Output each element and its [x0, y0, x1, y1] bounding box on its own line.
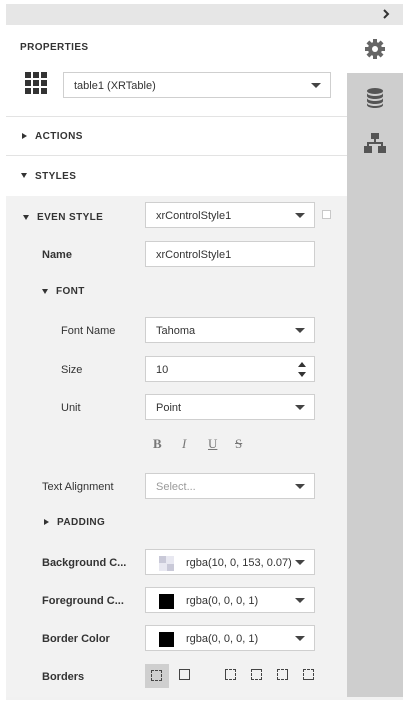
foreground-color-label: Foreground C...: [42, 595, 124, 607]
background-color-value: rgba(10, 0, 153, 0.07): [186, 557, 292, 569]
border-none-icon: [151, 670, 162, 681]
foreground-color-picker[interactable]: rgba(0, 0, 0, 1): [145, 587, 315, 613]
font-label: FONT: [56, 286, 85, 297]
color-swatch: [159, 556, 174, 571]
border-color-picker[interactable]: rgba(0, 0, 0, 1): [145, 625, 315, 651]
size-value: 10: [156, 364, 169, 376]
background-color-label: Background C...: [42, 557, 127, 569]
control-selector-value: table1 (XRTable): [74, 80, 156, 92]
font-group[interactable]: FONT: [40, 284, 120, 300]
section-actions[interactable]: ACTIONS: [6, 117, 347, 155]
even-style-checkbox[interactable]: [322, 210, 331, 219]
italic-button[interactable]: I: [182, 436, 186, 452]
collapse-icon: [23, 215, 29, 220]
tab-strip: [347, 25, 403, 697]
border-color-value: rgba(0, 0, 0, 1): [186, 633, 259, 645]
strikeout-button[interactable]: S: [235, 436, 242, 452]
underline-button[interactable]: U: [208, 436, 217, 452]
control-selector[interactable]: table1 (XRTable): [63, 72, 331, 98]
background-color-picker[interactable]: rgba(10, 0, 153, 0.07): [145, 549, 315, 575]
border-right-button[interactable]: [274, 666, 294, 686]
border-left-icon: [225, 669, 236, 680]
border-all-icon: [179, 669, 190, 680]
chevron-down-icon: [295, 328, 305, 333]
collapse-icon: [21, 173, 27, 178]
even-style-group[interactable]: EVEN STYLE: [20, 210, 130, 226]
padding-group[interactable]: PADDING: [42, 515, 132, 531]
unit-dropdown[interactable]: Point: [145, 394, 315, 420]
expand-icon: [22, 133, 27, 139]
chevron-down-icon: [295, 636, 305, 641]
hierarchy-icon: [362, 130, 388, 156]
border-all-button[interactable]: [176, 666, 196, 686]
border-top-icon: [251, 669, 262, 680]
database-icon: [362, 85, 388, 111]
properties-panel-frame: PROPERTIES table1 (XRTable) ACTIONS STYL…: [6, 4, 403, 700]
styles-section-body: [6, 196, 347, 697]
tab-report-explorer[interactable]: [347, 130, 403, 160]
size-label: Size: [61, 364, 83, 376]
increment-icon[interactable]: [298, 362, 306, 367]
chevron-down-icon: [295, 560, 305, 565]
collapse-icon: [42, 289, 48, 294]
border-top-button[interactable]: [248, 666, 268, 686]
section-styles-label: STYLES: [35, 171, 77, 182]
text-alignment-placeholder: Select...: [156, 481, 196, 493]
foreground-color-value: rgba(0, 0, 0, 1): [186, 595, 259, 607]
section-actions-label: ACTIONS: [35, 131, 83, 142]
padding-label: PADDING: [57, 517, 106, 528]
panel-top-bar: [6, 4, 403, 25]
tab-properties[interactable]: [347, 25, 403, 73]
border-bottom-icon: [303, 669, 314, 680]
color-swatch: [159, 594, 174, 609]
name-input-value: xrControlStyle1: [156, 249, 232, 261]
even-style-dropdown[interactable]: xrControlStyle1: [145, 202, 315, 228]
expand-icon: [44, 519, 49, 525]
bold-button[interactable]: B: [153, 436, 162, 452]
properties-content: PROPERTIES table1 (XRTable) ACTIONS STYL…: [6, 25, 347, 697]
gear-icon: [362, 36, 388, 62]
font-name-value: Tahoma: [156, 325, 196, 337]
text-alignment-label: Text Alignment: [42, 481, 114, 493]
chevron-down-icon: [295, 405, 305, 410]
page-title: PROPERTIES: [20, 42, 89, 53]
border-color-label: Border Color: [42, 633, 110, 645]
text-alignment-dropdown[interactable]: Select...: [145, 473, 315, 499]
chevron-right-icon[interactable]: [381, 9, 391, 19]
unit-value: Point: [156, 402, 182, 414]
even-style-value: xrControlStyle1: [156, 210, 232, 222]
section-styles[interactable]: STYLES: [6, 156, 347, 196]
border-bottom-button[interactable]: [300, 666, 320, 686]
border-right-icon: [277, 669, 288, 680]
name-input[interactable]: xrControlStyle1: [145, 241, 315, 267]
border-left-button[interactable]: [222, 666, 242, 686]
borders-label: Borders: [42, 671, 85, 683]
border-none-button[interactable]: [145, 664, 169, 688]
unit-label: Unit: [61, 402, 81, 414]
chevron-down-icon: [295, 598, 305, 603]
chevron-down-icon: [311, 83, 321, 88]
chevron-down-icon: [295, 484, 305, 489]
table-grid-icon: [25, 72, 47, 94]
font-name-label: Font Name: [61, 325, 116, 337]
decrement-icon[interactable]: [298, 372, 306, 377]
chevron-down-icon: [295, 213, 305, 218]
tab-field-list[interactable]: [347, 81, 403, 123]
size-stepper[interactable]: 10: [145, 356, 315, 382]
name-label: Name: [42, 249, 72, 261]
color-swatch: [159, 632, 174, 647]
even-style-label: EVEN STYLE: [37, 212, 104, 223]
font-name-dropdown[interactable]: Tahoma: [145, 317, 315, 343]
